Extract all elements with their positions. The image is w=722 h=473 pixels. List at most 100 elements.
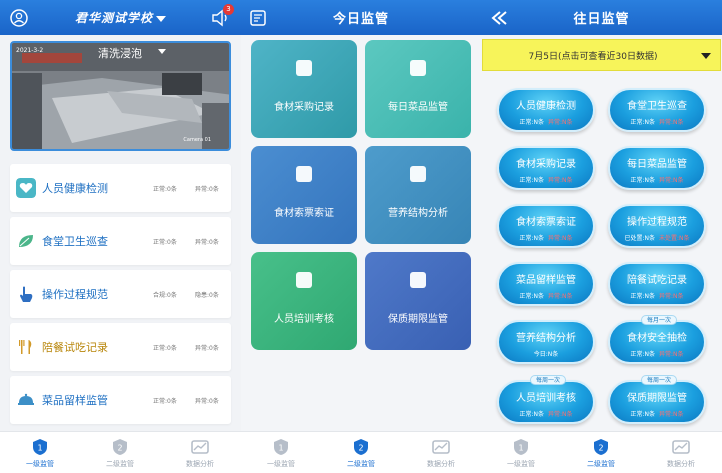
module-tile[interactable]: 食材采购记录 [251, 40, 357, 138]
hazard-count: 隐患:0条 [195, 292, 219, 299]
tab-level-two[interactable]: 2 二级监管 [331, 438, 391, 469]
normal-count: 正常:0条 [153, 186, 177, 193]
module-label: 陪餐试吃记录 [627, 275, 687, 286]
module-tile[interactable]: 营养结构分析 [365, 146, 471, 244]
module-label: 食材索票索证 [516, 217, 576, 228]
tab-data-analysis[interactable]: 数据分析 [651, 438, 711, 469]
chevron-down-icon [701, 53, 711, 59]
module-pill[interactable]: 食堂卫生巡查 正常:N条 异常:N条 [608, 88, 706, 132]
module-pill[interactable]: 每周一次 人员培训考核 正常:N条 异常:N条 [497, 375, 595, 424]
chart-icon [672, 440, 690, 454]
document-icon [296, 166, 312, 182]
camera-feed[interactable]: 2021-3-2 清洗浸泡 Camera 01 [10, 41, 231, 151]
history-screen: 往日监管 7月5日(点击可查看近30日数据) 人员健康检测 正常:N条 异常:N条… [481, 0, 722, 473]
tab-level-one[interactable]: 1 一级监管 [491, 438, 551, 469]
frequency-tag: 每周一次 [530, 375, 566, 385]
list-item-label: 人员健康检测 [42, 182, 108, 195]
normal-count: 正常:N条 [519, 235, 544, 242]
normal-count: 正常:N条 [630, 351, 655, 358]
compliant-count: 合规:0条 [153, 292, 177, 299]
shield-one-icon: 1 [274, 439, 288, 455]
module-pill[interactable]: 人员健康检测 正常:N条 异常:N条 [497, 88, 595, 132]
tab-number: 2 [598, 444, 603, 453]
today-screen: 今日监管 食材采购记录 每日菜品监管 食材索票索证 营养结构分析 人员培训考核 [241, 0, 481, 473]
clock-icon [410, 272, 426, 288]
camera-name: Camera 01 [183, 137, 211, 143]
tab-data-analysis[interactable]: 数据分析 [411, 438, 471, 469]
app-screens: 君华测试学校 3 2021-3-2 清洗浸泡 Camera 01 人员健康检测 … [0, 0, 722, 473]
tab-label: 一级监管 [507, 460, 535, 468]
frequency-tag: 每周一次 [641, 375, 677, 385]
module-label: 食材安全抽检 [627, 333, 687, 344]
list-item[interactable]: 陪餐试吃记录 正常:0条 异常:0条 [10, 323, 231, 371]
chart-icon [432, 440, 450, 454]
module-pill[interactable]: 菜品留样监管 正常:N条 异常:N条 [497, 262, 595, 306]
tab-data-analysis[interactable]: 数据分析 [170, 438, 230, 469]
shield-two-icon: 2 [354, 439, 368, 455]
shield-one-icon: 1 [514, 439, 528, 455]
abnormal-count: 异常:N条 [659, 177, 684, 184]
tab-label: 二级监管 [106, 460, 134, 468]
abnormal-count: 异常:N条 [548, 119, 573, 126]
abnormal-count: 异常:N条 [548, 411, 573, 418]
app-header: 往日监管 [481, 0, 722, 35]
module-pill[interactable]: 操作过程规范 已处置:N条 未处置:N条 [608, 204, 706, 248]
normal-count: 正常:N条 [519, 411, 544, 418]
module-label: 人员培训考核 [274, 314, 334, 325]
module-pill[interactable]: 每周一次 保质期限监管 正常:N条 异常:N条 [608, 375, 706, 424]
list-item[interactable]: 人员健康检测 正常:0条 异常:0条 [10, 164, 231, 212]
back-arrow-icon[interactable] [489, 9, 509, 27]
module-label: 食材采购记录 [274, 102, 334, 113]
dish-cover-icon [18, 393, 34, 405]
tab-level-two[interactable]: 2 二级监管 [571, 438, 631, 469]
list-item[interactable]: 操作过程规范 合规:0条 隐患:0条 [10, 270, 231, 318]
tab-level-two[interactable]: 2 二级监管 [90, 438, 150, 469]
list-item-label: 食堂卫生巡查 [42, 235, 108, 248]
tab-level-one[interactable]: 1 一级监管 [10, 438, 70, 469]
normal-count: 正常:N条 [519, 119, 544, 126]
chart-icon [191, 440, 209, 454]
module-tile[interactable]: 每日菜品监管 [365, 40, 471, 138]
tab-number: 1 [37, 444, 42, 453]
tab-label: 数据分析 [186, 460, 214, 468]
tab-label: 数据分析 [427, 460, 455, 468]
module-pill[interactable]: 每月一次 食材安全抽检 正常:N条 异常:N条 [608, 315, 706, 364]
shield-one-icon: 1 [33, 439, 47, 455]
module-pill[interactable]: 食材采购记录 正常:N条 异常:N条 [497, 146, 595, 190]
tab-number: 1 [518, 444, 523, 453]
module-tile[interactable]: 人员培训考核 [251, 252, 357, 350]
list-item[interactable]: 食堂卫生巡查 正常:0条 异常:0条 [10, 217, 231, 265]
hand-pointer-icon [20, 286, 33, 302]
module-label: 菜品留样监管 [516, 275, 576, 286]
utensils-icon [19, 340, 32, 354]
heart-pulse-icon [16, 178, 36, 198]
tab-level-one[interactable]: 1 一级监管 [251, 438, 311, 469]
module-pill[interactable]: 每日菜品监管 正常:N条 异常:N条 [608, 146, 706, 190]
leaf-icon [19, 235, 33, 247]
date-selector[interactable]: 7月5日(点击可查看近30日数据) [482, 39, 721, 71]
tab-label: 数据分析 [667, 460, 695, 468]
module-pill[interactable]: 营养结构分析 今日:N条 [497, 320, 595, 364]
module-tile[interactable]: 食材索票索证 [251, 146, 357, 244]
normal-count: 正常:N条 [630, 177, 655, 184]
list-item[interactable]: 菜品留样监管 正常:0条 异常:0条 [10, 376, 231, 424]
module-tile[interactable]: 保质期限监管 [365, 252, 471, 350]
module-pill[interactable]: 陪餐试吃记录 正常:N条 异常:N条 [608, 262, 706, 306]
camera-channel-label[interactable]: 清洗浸泡 [98, 45, 142, 61]
list-item-label: 操作过程规范 [42, 288, 108, 301]
school-selector[interactable]: 君华测试学校 [75, 9, 166, 26]
abnormal-count: 异常:0条 [195, 345, 219, 352]
tab-label: 一级监管 [26, 460, 54, 468]
tab-label: 一级监管 [267, 460, 295, 468]
chevron-down-icon[interactable] [158, 49, 166, 54]
module-pill[interactable]: 食材索票索证 正常:N条 异常:N条 [497, 204, 595, 248]
module-label: 食材采购记录 [516, 159, 576, 170]
abnormal-count: 异常:N条 [659, 411, 684, 418]
handled-count: 已处置:N条 [624, 235, 655, 242]
school-name: 君华测试学校 [74, 11, 153, 25]
user-icon[interactable] [10, 9, 28, 27]
notification-button[interactable]: 3 [211, 4, 234, 27]
tab-number: 1 [278, 444, 283, 453]
today-count: 今日:N条 [533, 351, 559, 358]
notes-icon[interactable] [249, 9, 267, 27]
